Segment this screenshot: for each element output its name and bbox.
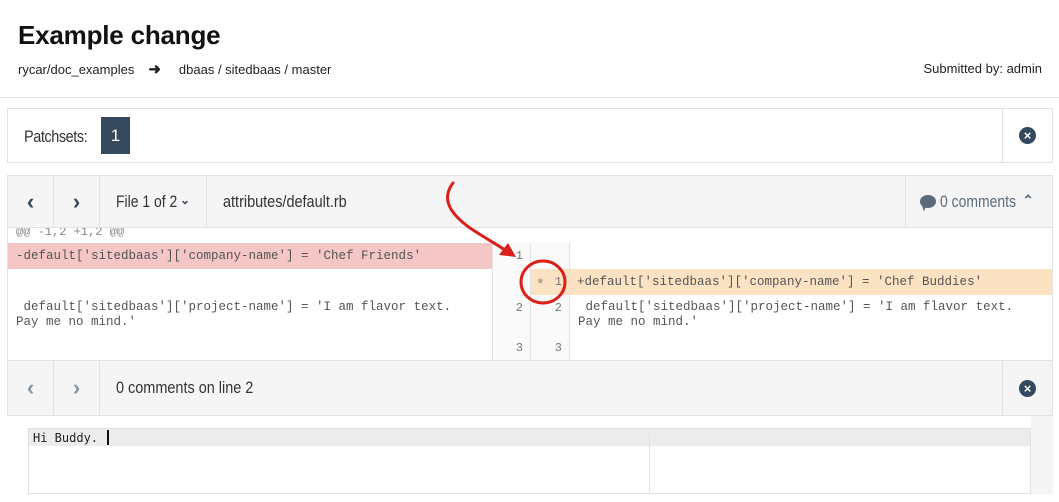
next-file-button[interactable]: › <box>54 176 100 227</box>
close-patchsets-button[interactable]: × <box>1002 109 1052 162</box>
close-comments-button[interactable]: × <box>1002 361 1052 415</box>
left-line-number[interactable]: 1 <box>493 249 530 263</box>
right-context-line[interactable]: default['sitedbaas']['project-name'] = '… <box>578 300 1048 330</box>
comments-count: 0 comments <box>940 191 1016 211</box>
previous-comment-button[interactable]: ‹ <box>8 361 54 415</box>
patchset-button[interactable]: 1 <box>101 117 130 154</box>
repo-line: rycar/doc_examples ➜ dbaas / sitedbaas /… <box>18 60 331 78</box>
chevron-right-icon: › <box>72 375 81 400</box>
comment-input[interactable]: Hi Buddy. <box>33 430 110 445</box>
source-repo: rycar/doc_examples <box>18 61 135 77</box>
close-circle-icon: × <box>1019 379 1036 397</box>
page-header: Example change rycar/doc_examples ➜ dbaa… <box>0 0 1059 98</box>
text-caret <box>107 430 110 445</box>
editor-preview-divider <box>649 429 650 493</box>
file-selector-dropdown[interactable]: File 1 of 2 ⌄ <box>100 176 207 227</box>
patchsets-label: Patchsets: <box>24 127 88 146</box>
file-path: attributes/default.rb <box>223 192 347 211</box>
close-circle-icon: × <box>1019 127 1036 144</box>
comment-editor[interactable]: Hi Buddy. <box>28 428 1031 494</box>
right-line-gutter: ● 1 2 3 <box>530 243 570 360</box>
chevron-right-icon: › <box>72 188 81 214</box>
right-line-number[interactable]: 2 <box>531 301 569 315</box>
chevron-up-icon: ⌃ <box>1022 192 1034 208</box>
comments-toggle-button[interactable]: 0 comments ⌃ <box>905 176 1052 227</box>
deleted-line[interactable]: -default['sitedbaas']['company-name'] = … <box>8 243 492 269</box>
comment-input-value: Hi Buddy. <box>33 431 106 445</box>
left-line-number[interactable]: 3 <box>493 341 530 355</box>
left-line-gutter: 1 2 3 <box>492 243 530 360</box>
comment-icon <box>920 195 936 208</box>
next-comment-button[interactable]: › <box>54 361 100 415</box>
editor-toolbar <box>29 429 1030 446</box>
right-line-number[interactable]: 1 <box>531 275 569 289</box>
page-title: Example change <box>18 20 221 50</box>
line-comments-bar: ‹ › 0 comments on line 2 × <box>7 361 1053 416</box>
line-comments-title: 0 comments on line 2 <box>116 378 254 397</box>
chevron-left-icon: ‹ <box>26 375 35 400</box>
patchsets-bar: Patchsets: 1 × <box>7 108 1053 163</box>
diff-view: @@ -1,2 +1,2 @@ -default['sitedbaas']['c… <box>7 228 1053 361</box>
left-line-number[interactable]: 2 <box>493 301 530 315</box>
hunk-header: @@ -1,2 +1,2 @@ <box>16 228 125 239</box>
target-branch: dbaas / sitedbaas / master <box>178 61 332 77</box>
file-navigation-bar: ‹ › File 1 of 2 ⌄ attributes/default.rb … <box>7 175 1053 228</box>
added-line[interactable]: +default['sitedbaas']['company-name'] = … <box>570 269 1052 295</box>
file-selector-label: File 1 of 2 <box>116 191 178 211</box>
chevron-left-icon: ‹ <box>26 188 35 214</box>
chevron-down-icon: ⌄ <box>179 193 190 207</box>
previous-file-button[interactable]: ‹ <box>8 176 54 227</box>
left-context-line[interactable]: default['sitedbaas']['project-name'] = '… <box>16 300 486 330</box>
submitted-by: Submitted by: admin <box>923 61 1042 76</box>
panel-margin <box>1031 416 1053 494</box>
arrow-right-icon: ➜ <box>148 61 161 78</box>
right-line-number[interactable]: 3 <box>531 341 569 355</box>
